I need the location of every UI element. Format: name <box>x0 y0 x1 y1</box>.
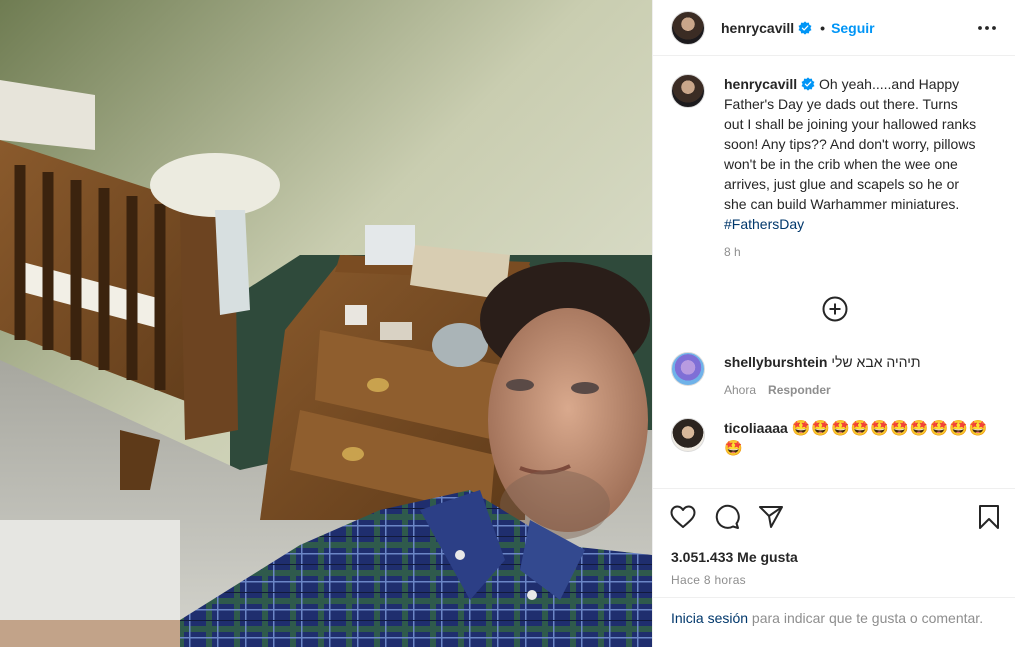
reply-button[interactable]: Responder <box>768 383 831 397</box>
caption-username[interactable]: henrycavill <box>724 76 797 92</box>
comment-item: ticoliaaaa 🤩🤩🤩🤩🤩🤩🤩🤩🤩🤩🤩 <box>671 418 999 458</box>
verified-badge-icon <box>801 77 815 91</box>
caption: henrycavill Oh yeah.....and Happy Father… <box>671 74 999 262</box>
load-more-comments <box>671 296 999 322</box>
likes-count[interactable]: 3.051.433 Me gusta <box>653 545 1015 567</box>
follow-button[interactable]: Seguir <box>831 20 875 36</box>
photo-illustration <box>0 0 652 647</box>
more-options-icon[interactable] <box>975 16 999 40</box>
post-header: henrycavill • Seguir <box>653 0 1015 56</box>
login-link[interactable]: Inicia sesión <box>671 610 748 626</box>
post-photo[interactable] <box>0 0 652 647</box>
caption-time: 8 h <box>724 245 741 259</box>
caption-avatar[interactable] <box>671 74 705 108</box>
comment-body: shellyburshtein תיהיה אבא שלי Ahora Respo… <box>724 352 994 400</box>
author-avatar[interactable] <box>671 10 705 45</box>
comment-item: shellyburshtein תיהיה אבא שלי Ahora Respo… <box>671 352 999 400</box>
commenter-avatar[interactable] <box>671 418 705 452</box>
share-icon[interactable] <box>757 503 785 531</box>
action-bar <box>653 488 1015 545</box>
separator-dot: • <box>820 19 826 36</box>
comment-icon[interactable] <box>713 503 741 531</box>
bookmark-icon[interactable] <box>975 503 1003 531</box>
comment-body: ticoliaaaa 🤩🤩🤩🤩🤩🤩🤩🤩🤩🤩🤩 <box>724 418 994 458</box>
comment-time: Ahora <box>724 383 757 397</box>
comments-section[interactable]: henrycavill Oh yeah.....and Happy Father… <box>653 56 1015 488</box>
login-prompt-text: para indicar que te gusta o comentar. <box>748 610 984 626</box>
commenter-username[interactable]: shellyburshtein <box>724 354 827 370</box>
plus-circle-icon[interactable] <box>822 296 848 322</box>
heart-icon[interactable] <box>669 503 697 531</box>
commenter-avatar[interactable] <box>671 352 705 386</box>
commenter-username[interactable]: ticoliaaaa <box>724 420 788 436</box>
post-sidebar: henrycavill • Seguir henrycavill Oh yeah… <box>652 0 1015 647</box>
caption-body: henrycavill Oh yeah.....and Happy Father… <box>724 74 979 262</box>
login-prompt: Inicia sesión para indicar que te gusta … <box>653 597 1015 647</box>
comment-text: תיהיה אבא שלי <box>831 354 921 370</box>
post-time: Hace 8 horas <box>671 573 746 587</box>
comment-meta: Ahora Responder <box>724 380 994 400</box>
instagram-post: henrycavill • Seguir henrycavill Oh yeah… <box>0 0 1015 647</box>
verified-badge-icon <box>798 20 812 35</box>
caption-text: Oh yeah.....and Happy Father's Day ye da… <box>724 76 977 212</box>
author-username[interactable]: henrycavill <box>721 20 794 36</box>
hashtag-link[interactable]: #FathersDay <box>724 214 979 234</box>
